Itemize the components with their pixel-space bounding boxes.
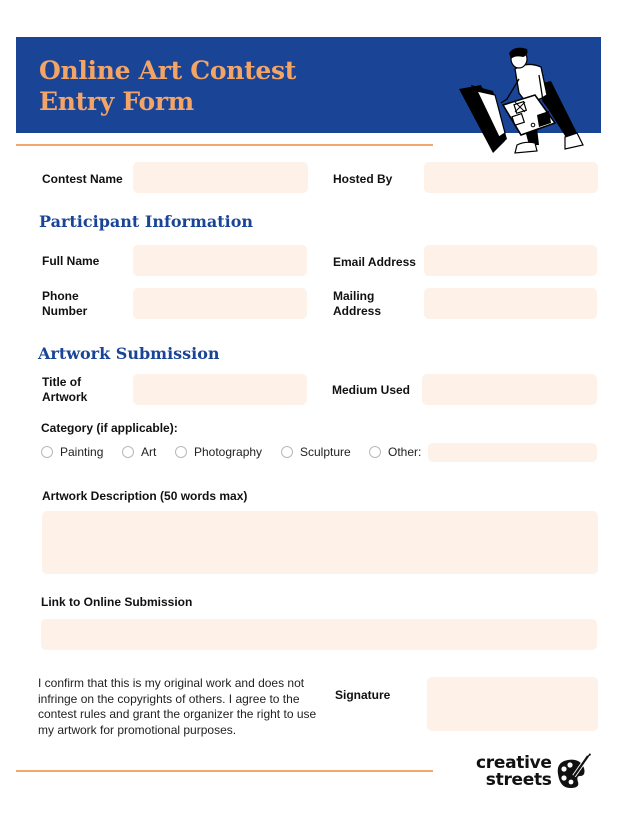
category-option-sculpture[interactable]: Sculpture xyxy=(281,445,351,459)
header-divider xyxy=(16,144,433,146)
mailing-label-line2: Address xyxy=(333,304,382,318)
category-option-art[interactable]: Art xyxy=(122,445,156,459)
category-option-label: Sculpture xyxy=(300,445,351,459)
artwork-title-label: Title of Artwork xyxy=(42,375,87,405)
radio-button[interactable] xyxy=(122,446,134,458)
page-title: Online Art Contest Entry Form xyxy=(39,55,296,117)
logo-text: creative streets xyxy=(476,755,552,789)
mailing-address-field[interactable] xyxy=(424,288,597,319)
category-option-other[interactable]: Other: xyxy=(369,445,421,459)
category-other-field[interactable] xyxy=(428,443,597,462)
mailing-label-line1: Mailing xyxy=(333,289,375,303)
page-title-line1: Online Art Contest xyxy=(39,56,296,85)
radio-button[interactable] xyxy=(41,446,53,458)
radio-button[interactable] xyxy=(175,446,187,458)
signature-field[interactable] xyxy=(427,677,598,731)
consent-statement: I confirm that this is my original work … xyxy=(38,676,317,737)
email-field[interactable] xyxy=(424,245,597,276)
submission-link-field[interactable] xyxy=(41,619,597,650)
full-name-field[interactable] xyxy=(133,245,307,276)
email-label: Email Address xyxy=(333,255,416,269)
person-carrying-artwork-illustration xyxy=(459,47,584,154)
hosted-by-field[interactable] xyxy=(424,162,598,193)
signature-label: Signature xyxy=(335,688,391,702)
category-option-label: Painting xyxy=(60,445,104,459)
submission-link-label: Link to Online Submission xyxy=(41,595,193,609)
page-title-line2: Entry Form xyxy=(39,87,194,116)
contest-name-field[interactable] xyxy=(133,162,308,193)
medium-used-label: Medium Used xyxy=(332,383,411,397)
category-option-label: Photography xyxy=(194,445,263,459)
category-label: Category (if applicable): xyxy=(41,421,178,435)
category-option-painting[interactable]: Painting xyxy=(41,445,103,459)
palette-brush-icon xyxy=(557,753,591,788)
radio-button[interactable] xyxy=(369,446,381,458)
phone-label: Phone Number xyxy=(42,289,87,319)
category-option-label: Other: xyxy=(388,445,422,459)
phone-field[interactable] xyxy=(133,288,307,319)
artwork-section-title: Artwork Submission xyxy=(38,344,220,363)
phone-label-line2: Number xyxy=(42,304,88,318)
footer-divider xyxy=(16,770,433,772)
artwork-title-label-line2: Artwork xyxy=(42,390,88,404)
full-name-label: Full Name xyxy=(42,254,100,268)
artwork-description-label: Artwork Description (50 words max) xyxy=(42,489,248,503)
contest-name-label: Contest Name xyxy=(42,172,123,186)
logo-line2: streets xyxy=(485,770,552,790)
phone-label-line1: Phone xyxy=(42,289,79,303)
mailing-address-label: Mailing Address xyxy=(333,289,381,319)
category-option-label: Art xyxy=(141,445,157,459)
medium-used-field[interactable] xyxy=(422,374,597,405)
radio-button[interactable] xyxy=(281,446,293,458)
artwork-description-field[interactable] xyxy=(42,511,598,574)
hosted-by-label: Hosted By xyxy=(333,172,393,186)
artwork-title-field[interactable] xyxy=(133,374,307,405)
creative-streets-logo: creative streets xyxy=(476,751,592,793)
artwork-title-label-line1: Title of xyxy=(42,375,82,389)
participant-section-title: Participant Information xyxy=(39,212,254,231)
category-option-photography[interactable]: Photography xyxy=(175,445,262,459)
